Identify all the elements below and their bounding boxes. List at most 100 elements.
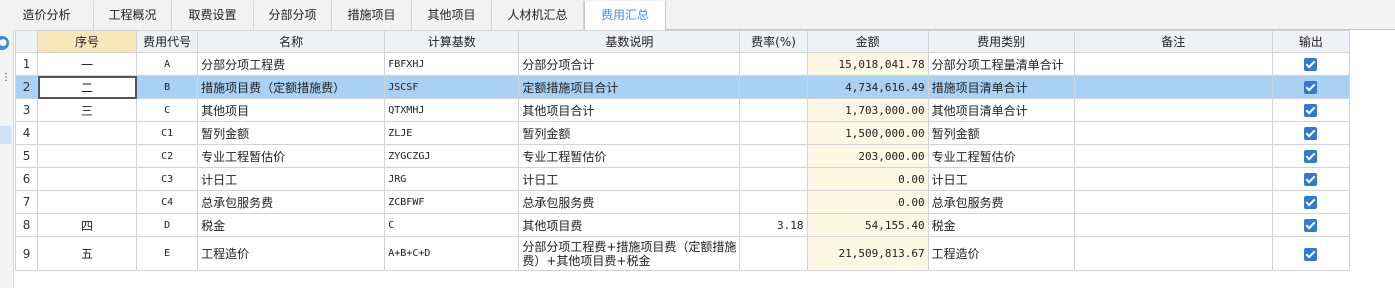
header-note[interactable]: 备注 — [1073, 30, 1273, 53]
cell-seq[interactable]: 三 — [37, 98, 138, 122]
cell-rate[interactable] — [739, 236, 808, 271]
cell-note[interactable] — [1073, 167, 1273, 191]
output-checkbox[interactable] — [1304, 127, 1318, 140]
cell-amount[interactable]: 203,000.00 — [806, 144, 929, 168]
cell-rate[interactable] — [739, 98, 808, 122]
table-row[interactable]: 7 C4 总承包服务费 ZCBFWF 总承包服务费 0.00 总承包服务费 — [14, 190, 1351, 214]
table-row[interactable]: 8 四 D 税金 C 其他项目费 3.18 54,155.40 税金 — [14, 213, 1351, 237]
cell-base[interactable]: ZYGCZGJ — [384, 144, 520, 168]
cell-amount[interactable]: 54,155.40 — [806, 213, 929, 237]
cell-base[interactable]: JRG — [384, 167, 520, 191]
cell-code[interactable]: C4 — [136, 190, 199, 214]
tab-sub-items[interactable]: 分部分项 — [254, 1, 332, 30]
output-checkbox[interactable] — [1304, 219, 1318, 232]
header-code[interactable]: 费用代号 — [136, 30, 199, 53]
tab-project-overview[interactable]: 工程概况 — [94, 1, 172, 30]
cell-desc[interactable]: 暂列金额 — [518, 121, 741, 145]
tab-labor-material-summary[interactable]: 人材机汇总 — [492, 1, 584, 30]
cell-category[interactable]: 措施项目清单合计 — [927, 75, 1075, 99]
cell-category[interactable]: 其他项目清单合计 — [927, 98, 1075, 122]
cell-output[interactable] — [1271, 167, 1351, 191]
cell-category[interactable]: 工程造价 — [927, 236, 1075, 271]
cell-name[interactable]: 暂列金额 — [197, 121, 386, 145]
cell-base[interactable]: JSCSF — [384, 75, 520, 99]
cell-note[interactable] — [1073, 121, 1273, 145]
cell-rate[interactable] — [739, 52, 808, 76]
cell-seq[interactable] — [37, 167, 138, 191]
cell-output[interactable] — [1271, 75, 1351, 99]
cell-output[interactable] — [1271, 236, 1351, 271]
cell-seq[interactable] — [37, 144, 138, 168]
cell-code[interactable]: C1 — [136, 121, 199, 145]
output-checkbox[interactable] — [1304, 58, 1318, 71]
header-seq[interactable]: 序号 — [37, 30, 138, 53]
cell-name[interactable]: 分部分项工程费 — [197, 52, 386, 76]
header-base-desc[interactable]: 基数说明 — [518, 30, 741, 53]
cell-base[interactable]: QTXMHJ — [384, 98, 520, 122]
table-row[interactable]: 6 C3 计日工 JRG 计日工 0.00 计日工 — [14, 167, 1351, 191]
header-category[interactable]: 费用类别 — [927, 30, 1075, 53]
cell-category[interactable]: 计日工 — [927, 167, 1075, 191]
cell-note[interactable] — [1073, 98, 1273, 122]
table-row[interactable]: 1 一 A 分部分项工程费 FBFXHJ 分部分项合计 15,018,041.7… — [14, 52, 1351, 76]
cell-base[interactable]: ZCBFWF — [384, 190, 520, 214]
cell-rate[interactable] — [739, 190, 808, 214]
cell-base[interactable]: A+B+C+D — [384, 236, 520, 271]
cell-desc[interactable]: 总承包服务费 — [518, 190, 741, 214]
cell-name[interactable]: 其他项目 — [197, 98, 386, 122]
cell-output[interactable] — [1271, 190, 1351, 214]
cell-base[interactable]: FBFXHJ — [384, 52, 520, 76]
header-name[interactable]: 名称 — [197, 30, 386, 53]
more-icon[interactable]: ⋮ — [1, 73, 11, 83]
tab-other-items[interactable]: 其他项目 — [412, 1, 492, 30]
cell-output[interactable] — [1271, 98, 1351, 122]
cell-seq[interactable]: 一 — [37, 52, 138, 76]
cell-note[interactable] — [1073, 190, 1273, 214]
output-checkbox[interactable] — [1304, 196, 1318, 209]
output-checkbox[interactable] — [1304, 247, 1318, 261]
cell-category[interactable]: 分部分项工程量清单合计 — [927, 52, 1075, 76]
table-row[interactable]: 4 C1 暂列金额 ZLJE 暂列金额 1,500,000.00 暂列金额 — [14, 121, 1351, 145]
cell-seq[interactable]: 四 — [37, 213, 138, 237]
cell-category[interactable]: 税金 — [927, 213, 1075, 237]
header-amount[interactable]: 金额 — [806, 30, 929, 53]
cell-name[interactable]: 税金 — [197, 213, 386, 237]
cell-name[interactable]: 总承包服务费 — [197, 190, 386, 214]
cell-seq[interactable] — [37, 121, 138, 145]
cell-desc[interactable]: 分部分项工程费+措施项目费（定额措施费）+其他项目费+税金 — [518, 236, 741, 271]
cell-seq[interactable]: 五 — [37, 236, 138, 271]
cell-rate[interactable] — [739, 75, 808, 99]
cell-note[interactable] — [1073, 52, 1273, 76]
cell-code[interactable]: C — [136, 98, 199, 122]
tab-measures[interactable]: 措施项目 — [332, 1, 412, 30]
header-output[interactable]: 输出 — [1271, 30, 1351, 53]
cell-base[interactable]: ZLJE — [384, 121, 520, 145]
cell-seq[interactable]: 二 — [37, 75, 138, 99]
output-checkbox[interactable] — [1304, 173, 1318, 186]
cell-code[interactable]: B — [136, 75, 199, 99]
cell-amount[interactable]: 0.00 — [806, 167, 929, 191]
table-row[interactable]: 3 三 C 其他项目 QTXMHJ 其他项目合计 1,703,000.00 其他… — [14, 98, 1351, 122]
cell-code[interactable]: D — [136, 213, 199, 237]
cell-desc[interactable]: 其他项目费 — [518, 213, 741, 237]
cell-name[interactable]: 措施项目费（定额措施费） — [197, 75, 386, 99]
cell-rate[interactable] — [739, 144, 808, 168]
cell-code[interactable]: C3 — [136, 167, 199, 191]
output-checkbox[interactable] — [1304, 81, 1318, 94]
cell-output[interactable] — [1271, 144, 1351, 168]
cell-desc[interactable]: 专业工程暂估价 — [518, 144, 741, 168]
cell-rate[interactable] — [739, 167, 808, 191]
cell-desc[interactable]: 分部分项合计 — [518, 52, 741, 76]
output-checkbox[interactable] — [1304, 150, 1318, 163]
cell-code[interactable]: E — [136, 236, 199, 271]
cell-amount[interactable]: 21,509,813.67 — [806, 236, 929, 271]
info-circle-icon[interactable]: ● — [0, 36, 9, 50]
cell-note[interactable] — [1073, 236, 1273, 271]
cell-rate[interactable] — [739, 121, 808, 145]
cell-amount[interactable]: 4,734,616.49 — [806, 75, 929, 99]
cell-amount[interactable]: 1,500,000.00 — [806, 121, 929, 145]
cell-name[interactable]: 计日工 — [197, 167, 386, 191]
cell-category[interactable]: 总承包服务费 — [927, 190, 1075, 214]
tab-fee-summary[interactable]: 费用汇总 — [584, 1, 666, 31]
cell-seq[interactable] — [37, 190, 138, 214]
